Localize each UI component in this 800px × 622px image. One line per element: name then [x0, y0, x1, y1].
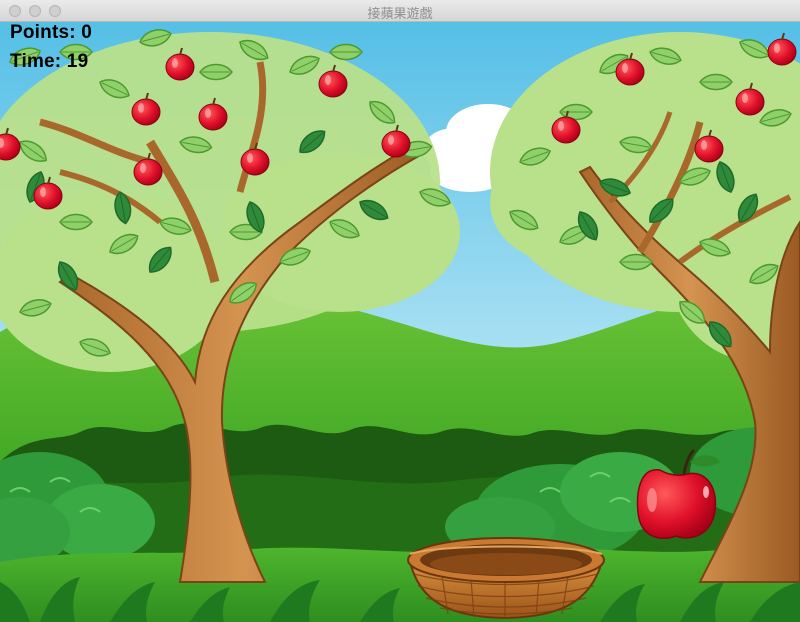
time-counter: Time: 19 [10, 51, 89, 72]
window-title: 接蘋果遊戲 [367, 7, 433, 22]
game-window: 接蘋果遊戲 Points: 0 Time: 19 [0, 0, 800, 622]
game-canvas[interactable]: Points: 0 Time: 19 [0, 22, 800, 622]
game-scene [0, 22, 800, 622]
title-bar: 接蘋果遊戲 [0, 0, 800, 22]
points-counter: Points: 0 [10, 22, 93, 43]
